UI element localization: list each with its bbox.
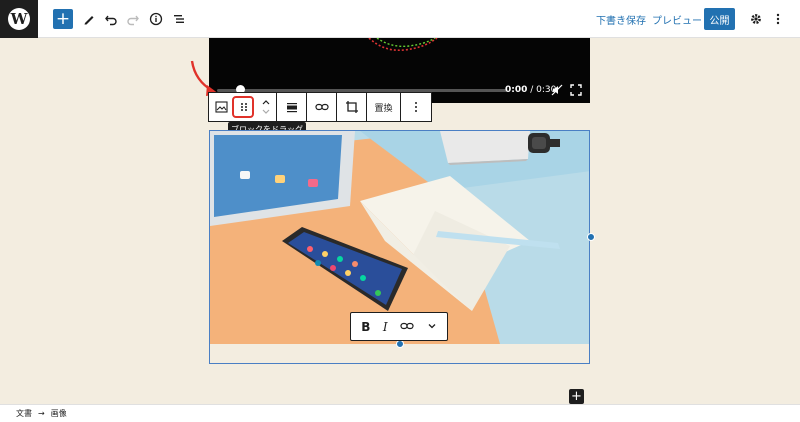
breadcrumb-current[interactable]: 画像 (51, 408, 67, 419)
image-block-icon (214, 101, 228, 113)
block-inserter-button[interactable]: + (569, 389, 584, 404)
breadcrumb-root[interactable]: 文書 (16, 408, 32, 419)
publish-button[interactable]: 公開 (704, 8, 735, 30)
chevron-down-icon (428, 323, 436, 328)
more-vertical-icon (415, 102, 417, 112)
align-center-icon (286, 103, 297, 113)
link-icon (314, 103, 329, 111)
resize-handle-bottom[interactable] (396, 340, 404, 348)
replace-button[interactable]: 置換 (367, 93, 401, 121)
link-button[interactable] (400, 320, 414, 334)
plus-icon: + (571, 389, 582, 404)
more-formats-button[interactable] (427, 320, 437, 334)
link-icon (400, 322, 414, 329)
format-toolbar: B I (350, 312, 448, 341)
plus-icon: + (55, 8, 71, 29)
gear-icon (751, 14, 761, 24)
undo-icon (105, 15, 117, 26)
editor-header: W + 下書き保存 プレビュー 公開 (0, 0, 800, 38)
video-current-time: 0:00 (505, 85, 528, 95)
block-type-button[interactable] (209, 93, 233, 121)
list-view-icon (174, 15, 184, 23)
add-block-button[interactable]: + (53, 9, 73, 29)
details-button[interactable] (146, 9, 166, 29)
wordpress-logo-mark: W (8, 8, 30, 30)
breadcrumb: 文書 → 画像 (0, 404, 800, 422)
video-frame (368, 38, 438, 52)
bold-button[interactable]: B (361, 320, 370, 334)
save-draft-button[interactable]: 下書き保存 (596, 12, 646, 27)
link-button[interactable] (307, 93, 337, 121)
breadcrumb-separator: → (38, 409, 45, 418)
info-icon (149, 12, 163, 26)
redo-icon (127, 15, 139, 26)
undo-button[interactable] (101, 9, 121, 29)
tools-button[interactable] (79, 9, 99, 29)
crop-button[interactable] (337, 93, 367, 121)
settings-button[interactable] (746, 9, 766, 29)
block-options-button[interactable] (401, 93, 431, 121)
crop-icon (345, 101, 358, 113)
pencil-icon (84, 16, 94, 25)
preview-button[interactable]: プレビュー (652, 12, 702, 27)
align-button[interactable] (277, 93, 307, 121)
italic-button[interactable]: I (383, 320, 388, 334)
fullscreen-icon (570, 84, 582, 96)
drag-handle-highlight (232, 96, 254, 118)
list-view-button[interactable] (169, 9, 189, 29)
more-vertical-icon (776, 13, 780, 25)
move-up-down-icon (262, 100, 269, 114)
mute-button[interactable] (551, 84, 563, 99)
video-time: 0:00 / 0:30 (505, 85, 556, 95)
resize-handle-right[interactable] (587, 233, 595, 241)
redo-button[interactable] (123, 9, 143, 29)
move-buttons[interactable] (255, 93, 277, 121)
options-button[interactable] (768, 9, 788, 29)
wordpress-logo[interactable]: W (0, 0, 38, 38)
speaker-muted-icon (551, 84, 563, 96)
fullscreen-button[interactable] (570, 84, 582, 99)
